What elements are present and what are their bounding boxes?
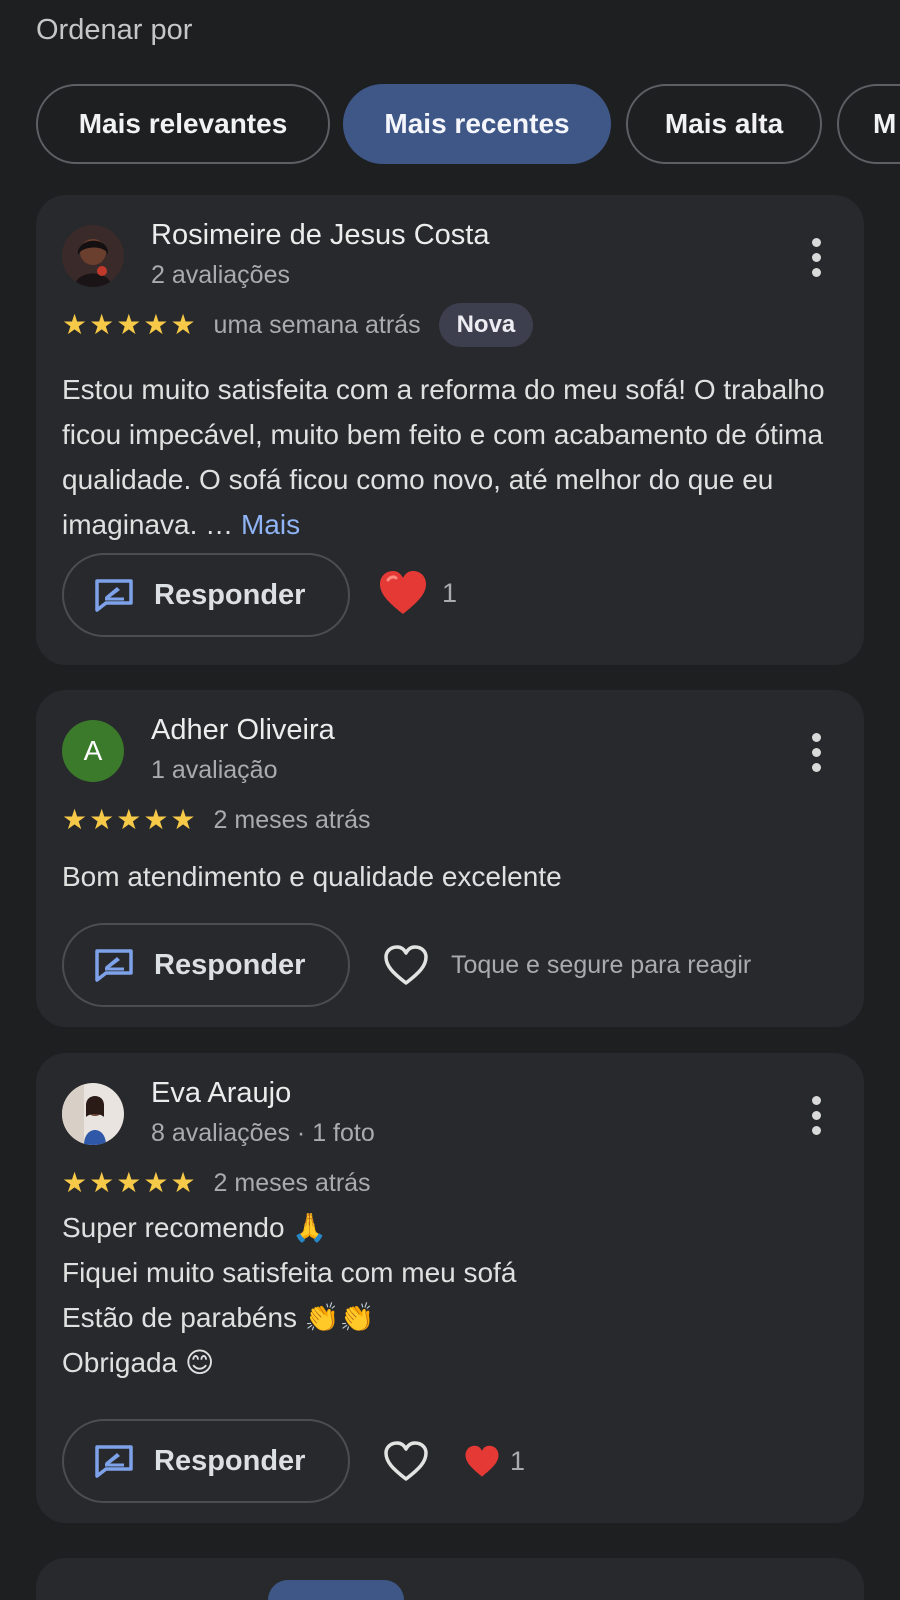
reply-label: Responder (154, 1444, 306, 1477)
reviewer-meta: 1 avaliação (151, 756, 278, 784)
review-text[interactable]: Estou muito satisfeita com a reforma do … (62, 367, 842, 547)
star-icon: ★ (116, 1167, 142, 1198)
review-card: Eva Araujo 8 avaliações · 1 foto ★ ★ ★ ★ ★ 2… (36, 1053, 864, 1523)
sort-chips: Mais relevantes Mais recentes Mais alta … (36, 84, 900, 164)
star-icon: ★ (116, 309, 142, 340)
review-card: Rosimeire de Jesus Costa 2 avaliações ★ ★… (36, 195, 864, 665)
star-icon: ★ (170, 1167, 196, 1198)
more-vert-icon[interactable] (798, 1093, 834, 1137)
profile-photo-icon (62, 1083, 124, 1145)
review-text-body: Estou muito satisfeita com a reforma do … (62, 374, 825, 540)
star-icon: ★ (89, 309, 115, 340)
star-rating: ★ ★ ★ ★ ★ (62, 311, 196, 339)
review-card: A Adher Oliveira 1 avaliação ★ ★ ★ ★ ★ 2 mes… (36, 690, 864, 1027)
review-time: 2 meses atrás (213, 1168, 371, 1197)
review-text[interactable]: Super recomendo 🙏 Fiquei muito satisfeit… (62, 1205, 842, 1385)
bottom-nav-bar (36, 1558, 864, 1600)
star-icon: ★ (89, 1167, 115, 1198)
sort-chip-most-recent[interactable]: Mais recentes (343, 84, 611, 164)
profile-photo-icon (62, 225, 124, 287)
avatar[interactable]: A (62, 720, 124, 782)
reviewer-meta: 2 avaliações (151, 261, 290, 289)
reply-button[interactable]: Responder (62, 1419, 350, 1503)
reviews-page: Ordenar por Mais relevantes Mais recente… (0, 0, 900, 1600)
react-control[interactable]: Toque e segure para reagir (383, 944, 751, 986)
reaction-count: 1 (442, 577, 458, 608)
reply-icon (95, 1445, 133, 1478)
more-vert-icon[interactable] (798, 730, 834, 774)
reply-icon (95, 949, 133, 982)
star-icon: ★ (170, 804, 196, 835)
reaction-count: 1 (510, 1446, 526, 1476)
reaction-hint: Toque e segure para reagir (451, 950, 752, 979)
star-icon: ★ (116, 804, 142, 835)
rating-row: ★ ★ ★ ★ ★ 2 meses atrás (62, 1161, 371, 1205)
review-time: uma semana atrás (213, 310, 421, 339)
review-text-line: Estão de parabéns 👏👏 (62, 1302, 375, 1333)
star-rating: ★ ★ ★ ★ ★ (62, 1169, 196, 1197)
review-text-line: Obrigada 😊 (62, 1347, 215, 1378)
reply-button[interactable]: Responder (62, 553, 350, 637)
heart-filled-icon (465, 1445, 499, 1477)
rating-row: ★ ★ ★ ★ ★ 2 meses atrás (62, 798, 371, 842)
reaction-summary[interactable]: 1 (464, 1445, 525, 1478)
sort-chip-most-relevant[interactable]: Mais relevantes (36, 84, 330, 164)
reviewer-meta: 8 avaliações · 1 foto (151, 1119, 375, 1147)
avatar[interactable] (62, 1083, 124, 1145)
reviewer-name[interactable]: Rosimeire de Jesus Costa (151, 219, 489, 252)
review-text[interactable]: Bom atendimento e qualidade excelente (62, 854, 842, 899)
reply-label: Responder (154, 948, 306, 981)
heart-filled-icon (380, 571, 426, 614)
reply-label: Responder (154, 578, 306, 611)
star-icon: ★ (89, 804, 115, 835)
star-icon: ★ (143, 309, 169, 340)
sort-chip-highest[interactable]: Mais alta (626, 84, 822, 164)
active-tab-indicator[interactable] (268, 1580, 404, 1600)
react-control[interactable] (383, 1440, 429, 1482)
star-icon: ★ (143, 804, 169, 835)
star-icon: ★ (170, 309, 196, 340)
sort-chip-lowest[interactable]: M (837, 84, 900, 164)
reviewer-name[interactable]: Eva Araujo (151, 1077, 291, 1110)
heart-outline-icon[interactable] (383, 1440, 429, 1482)
heart-outline-icon[interactable] (383, 944, 429, 986)
star-icon: ★ (62, 804, 88, 835)
reaction-summary[interactable]: 1 (378, 570, 457, 616)
review-text-line: Fiquei muito satisfeita com meu sofá (62, 1257, 517, 1288)
reply-button[interactable]: Responder (62, 923, 350, 1007)
review-text-line: Super recomendo 🙏 (62, 1212, 328, 1243)
sort-label: Ordenar por (36, 14, 193, 46)
reply-icon (95, 579, 133, 612)
star-rating: ★ ★ ★ ★ ★ (62, 806, 196, 834)
review-time: 2 meses atrás (213, 805, 371, 834)
read-more-link[interactable]: Mais (241, 509, 300, 540)
avatar[interactable] (62, 225, 124, 287)
star-icon: ★ (143, 1167, 169, 1198)
new-badge: Nova (438, 303, 534, 347)
star-icon: ★ (62, 309, 88, 340)
reviewer-name[interactable]: Adher Oliveira (151, 714, 335, 747)
rating-row: ★ ★ ★ ★ ★ uma semana atrás Nova (62, 303, 534, 347)
star-icon: ★ (62, 1167, 88, 1198)
more-vert-icon[interactable] (798, 235, 834, 279)
